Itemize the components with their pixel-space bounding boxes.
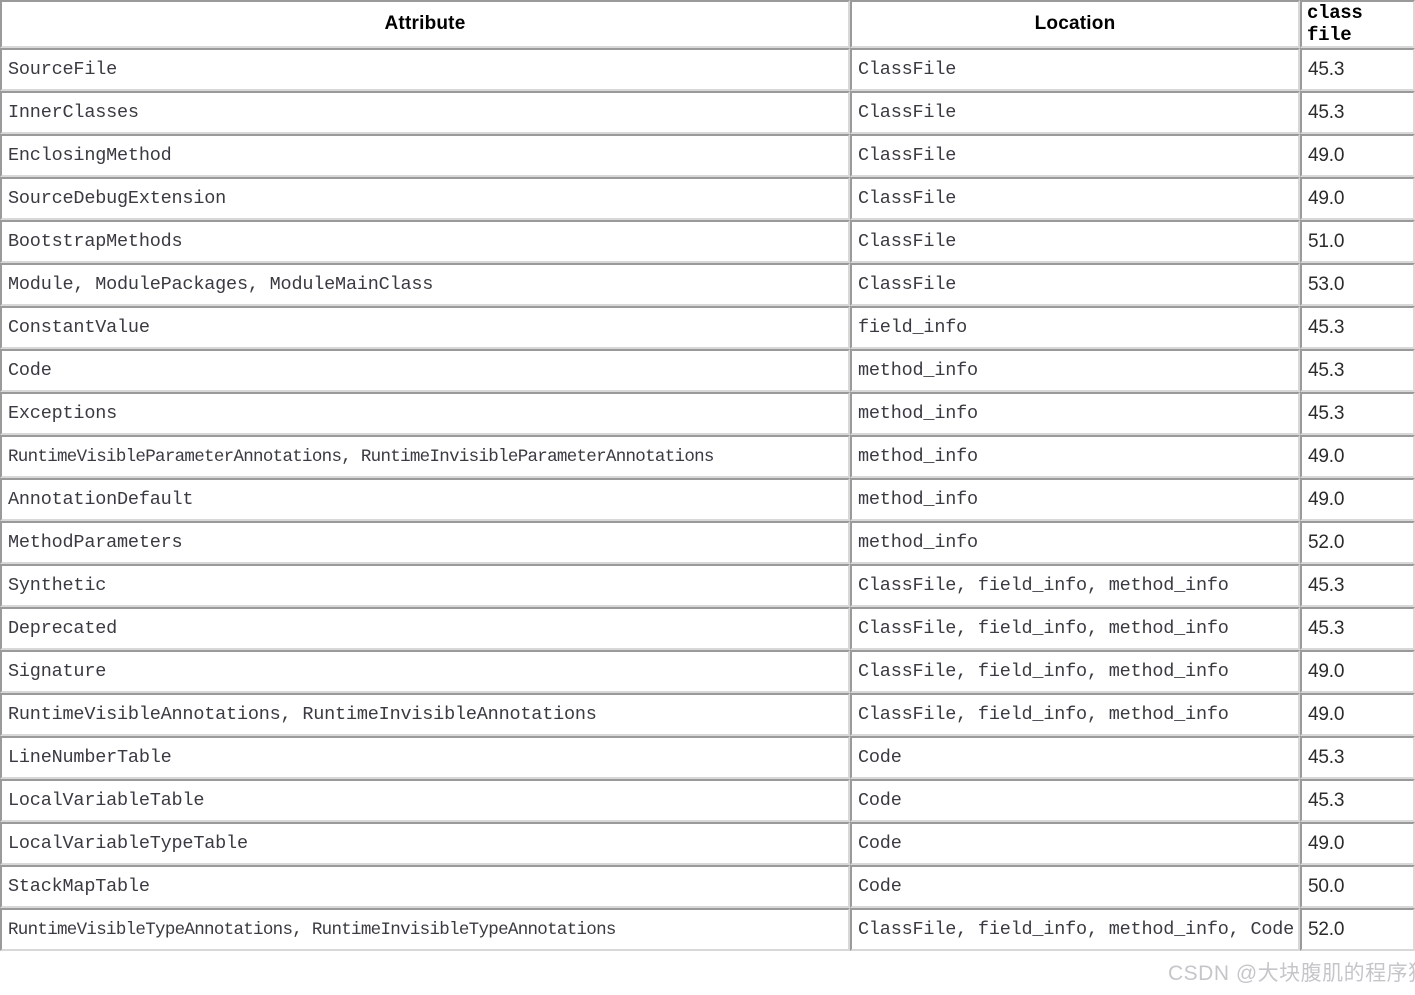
- cell-location: Code: [850, 779, 1300, 822]
- cell-class-file-version: 52.0: [1300, 521, 1415, 564]
- cell-class-file-version: 49.0: [1300, 177, 1415, 220]
- cell-location: Code: [850, 736, 1300, 779]
- csdn-watermark: CSDN @大块腹肌的程序猿: [1168, 962, 1415, 985]
- table-row: SourceDebugExtension ClassFile 49.0: [0, 177, 1415, 220]
- cell-attribute: RuntimeVisibleAnnotations, RuntimeInvisi…: [0, 693, 850, 736]
- cell-attribute: RuntimeVisibleParameterAnnotations, Runt…: [0, 435, 850, 478]
- table-row: Module, ModulePackages, ModuleMainClass C…: [0, 263, 1415, 306]
- cell-attribute: StackMapTable: [0, 865, 850, 908]
- cell-location: method_info: [850, 435, 1300, 478]
- table-row: AnnotationDefault method_info 49.0: [0, 478, 1415, 521]
- column-header-attribute: Attribute: [0, 0, 850, 48]
- cell-class-file-version: 49.0: [1300, 693, 1415, 736]
- page-wrap: Attribute Location class file SourceFile…: [0, 0, 1415, 995]
- cell-location: ClassFile, field_info, method_info: [850, 693, 1300, 736]
- cell-class-file-version: 49.0: [1300, 478, 1415, 521]
- cell-attribute: InnerClasses: [0, 91, 850, 134]
- cell-class-file-version: 49.0: [1300, 134, 1415, 177]
- table-row: Deprecated ClassFile, field_info, method_…: [0, 607, 1415, 650]
- cell-class-file-version: 45.3: [1300, 392, 1415, 435]
- cell-location: ClassFile, field_info, method_info: [850, 650, 1300, 693]
- cell-location: ClassFile: [850, 134, 1300, 177]
- cell-class-file-version: 52.0: [1300, 908, 1415, 951]
- cell-location: ClassFile: [850, 177, 1300, 220]
- cell-location: ClassFile, field_info, method_info: [850, 564, 1300, 607]
- table-header: Attribute Location class file: [0, 0, 1415, 48]
- cell-attribute: Synthetic: [0, 564, 850, 607]
- table-row: StackMapTable Code 50.0: [0, 865, 1415, 908]
- cell-attribute: SourceFile: [0, 48, 850, 91]
- cell-location: method_info: [850, 521, 1300, 564]
- cell-attribute: EnclosingMethod: [0, 134, 850, 177]
- cell-class-file-version: 45.3: [1300, 564, 1415, 607]
- cell-location: ClassFile: [850, 263, 1300, 306]
- cell-class-file-version: 45.3: [1300, 779, 1415, 822]
- cell-class-file-version: 49.0: [1300, 435, 1415, 478]
- cell-class-file-version: 45.3: [1300, 91, 1415, 134]
- cell-attribute: LocalVariableTable: [0, 779, 850, 822]
- table-row: ConstantValue field_info 45.3: [0, 306, 1415, 349]
- cell-attribute: Module, ModulePackages, ModuleMainClass: [0, 263, 850, 306]
- cell-attribute: ConstantValue: [0, 306, 850, 349]
- column-header-location: Location: [850, 0, 1300, 48]
- cell-class-file-version: 51.0: [1300, 220, 1415, 263]
- table-row: RuntimeVisibleAnnotations, RuntimeInvisi…: [0, 693, 1415, 736]
- cell-attribute: Deprecated: [0, 607, 850, 650]
- cell-location: ClassFile: [850, 91, 1300, 134]
- cell-location: method_info: [850, 349, 1300, 392]
- class-file-attributes-table: Attribute Location class file SourceFile…: [0, 0, 1415, 951]
- cell-location: Code: [850, 865, 1300, 908]
- table-row: SourceFile ClassFile 45.3: [0, 48, 1415, 91]
- cell-attribute: LineNumberTable: [0, 736, 850, 779]
- cell-attribute: Code: [0, 349, 850, 392]
- table-body: SourceFile ClassFile 45.3 InnerClasses Class…: [0, 48, 1415, 951]
- cell-location: ClassFile: [850, 48, 1300, 91]
- table-row: RuntimeVisibleParameterAnnotations, Runt…: [0, 435, 1415, 478]
- table-row: InnerClasses ClassFile 45.3: [0, 91, 1415, 134]
- cell-location: field_info: [850, 306, 1300, 349]
- cell-class-file-version: 45.3: [1300, 736, 1415, 779]
- cell-attribute: AnnotationDefault: [0, 478, 850, 521]
- table-row: MethodParameters method_info 52.0: [0, 521, 1415, 564]
- cell-location: method_info: [850, 392, 1300, 435]
- cell-location: ClassFile: [850, 220, 1300, 263]
- cell-location: Code: [850, 822, 1300, 865]
- cell-location: method_info: [850, 478, 1300, 521]
- cell-location: ClassFile, field_info, method_info, Code: [850, 908, 1300, 951]
- column-header-class-file-version: class file: [1300, 0, 1415, 48]
- table-row: Signature ClassFile, field_info, method_i…: [0, 650, 1415, 693]
- table-row: Exceptions method_info 45.3: [0, 392, 1415, 435]
- cell-attribute: RuntimeVisibleTypeAnnotations, RuntimeIn…: [0, 908, 850, 951]
- cell-class-file-version: 49.0: [1300, 822, 1415, 865]
- cell-attribute: SourceDebugExtension: [0, 177, 850, 220]
- cell-class-file-version: 45.3: [1300, 349, 1415, 392]
- table-row: LocalVariableTable Code 45.3: [0, 779, 1415, 822]
- table-row: LocalVariableTypeTable Code 49.0: [0, 822, 1415, 865]
- cell-attribute: MethodParameters: [0, 521, 850, 564]
- cell-class-file-version: 53.0: [1300, 263, 1415, 306]
- cell-attribute: LocalVariableTypeTable: [0, 822, 850, 865]
- cell-class-file-version: 50.0: [1300, 865, 1415, 908]
- table-row: BootstrapMethods ClassFile 51.0: [0, 220, 1415, 263]
- cell-location: ClassFile, field_info, method_info: [850, 607, 1300, 650]
- cell-class-file-version: 45.3: [1300, 607, 1415, 650]
- table-header-row: Attribute Location class file: [0, 0, 1415, 48]
- cell-class-file-version: 49.0: [1300, 650, 1415, 693]
- cell-attribute: BootstrapMethods: [0, 220, 850, 263]
- cell-attribute: Exceptions: [0, 392, 850, 435]
- cell-class-file-version: 45.3: [1300, 306, 1415, 349]
- cell-class-file-version: 45.3: [1300, 48, 1415, 91]
- table-row: RuntimeVisibleTypeAnnotations, RuntimeIn…: [0, 908, 1415, 951]
- table-row: Code method_info 45.3: [0, 349, 1415, 392]
- cell-attribute: Signature: [0, 650, 850, 693]
- table-row: LineNumberTable Code 45.3: [0, 736, 1415, 779]
- table-row: EnclosingMethod ClassFile 49.0: [0, 134, 1415, 177]
- table-row: Synthetic ClassFile, field_info, method_i…: [0, 564, 1415, 607]
